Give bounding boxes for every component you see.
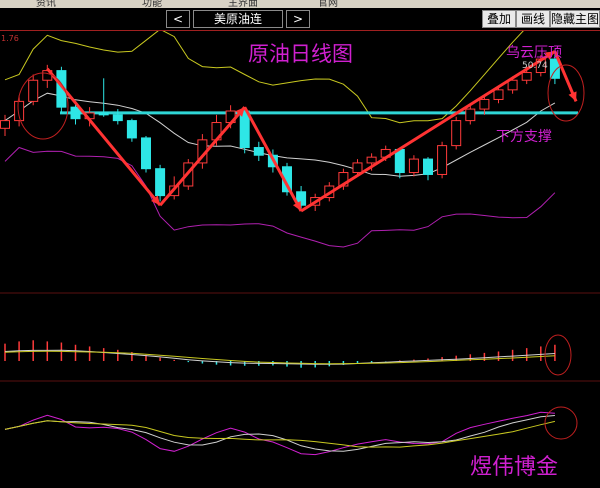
volume-ma-slow (4, 350, 555, 365)
candle-body (155, 168, 166, 197)
candle-body (465, 108, 476, 122)
candle-body (423, 158, 433, 175)
hide-main-chart-button[interactable]: 隐藏主图 (550, 10, 600, 28)
top-menu-bar: 资讯 功能 主界面 官网 (0, 0, 600, 9)
candle-body (253, 147, 264, 156)
candle-body (112, 114, 123, 122)
candle-body (141, 137, 151, 170)
annotation-support: 下方支撑 (496, 129, 552, 145)
draw-line-button[interactable]: 画线 (516, 10, 550, 28)
brand-watermark: 煜伟博金 (470, 455, 558, 480)
volume-circle (544, 334, 572, 376)
chart-area: 1.76 原油日线图 乌云压顶 50.74 下方支撑 煜伟博金 (0, 31, 600, 480)
trend-arrow-line (243, 106, 303, 212)
candle-body (437, 145, 448, 175)
indicator-line-j (4, 420, 556, 448)
toolbar: < 美原油连 > 叠加 画线 隐藏主图 (0, 8, 600, 31)
trend-arrow-line (158, 106, 246, 207)
overlay-button[interactable]: 叠加 (482, 10, 516, 28)
candle-body (451, 120, 462, 147)
candle-body (408, 158, 419, 174)
candle-body (98, 112, 109, 116)
candle-body (28, 79, 39, 102)
candlesticks (0, 51, 560, 211)
candle-body (394, 148, 405, 174)
instrument-name[interactable]: 美原油连 (193, 10, 283, 28)
candle-body (479, 98, 490, 110)
candle-body (352, 162, 363, 174)
volume-panel (4, 340, 556, 368)
price-axis-label: 1.76 (1, 34, 19, 43)
chart-title: 原油日线图 (248, 42, 353, 66)
candle-body (0, 120, 10, 129)
candle-body (493, 89, 504, 100)
annotation-price: 50.74 (522, 61, 548, 71)
annotation-dark-cloud: 乌云压顶 (506, 45, 562, 61)
next-instrument-button[interactable]: > (286, 10, 310, 28)
candle-body (126, 120, 137, 139)
boll-mid-line (4, 92, 556, 177)
main-panel: 1.76 原油日线图 乌云压顶 50.74 下方支撑 (0, 31, 585, 248)
candle-body (521, 72, 532, 81)
candle-body (239, 110, 250, 149)
indicator-line-k (4, 411, 555, 456)
boll-lower-line (4, 146, 556, 248)
prev-instrument-button[interactable]: < (166, 10, 190, 28)
indicator-panel (4, 411, 556, 456)
candle-body (366, 156, 377, 164)
indicator-line-d (4, 415, 555, 452)
